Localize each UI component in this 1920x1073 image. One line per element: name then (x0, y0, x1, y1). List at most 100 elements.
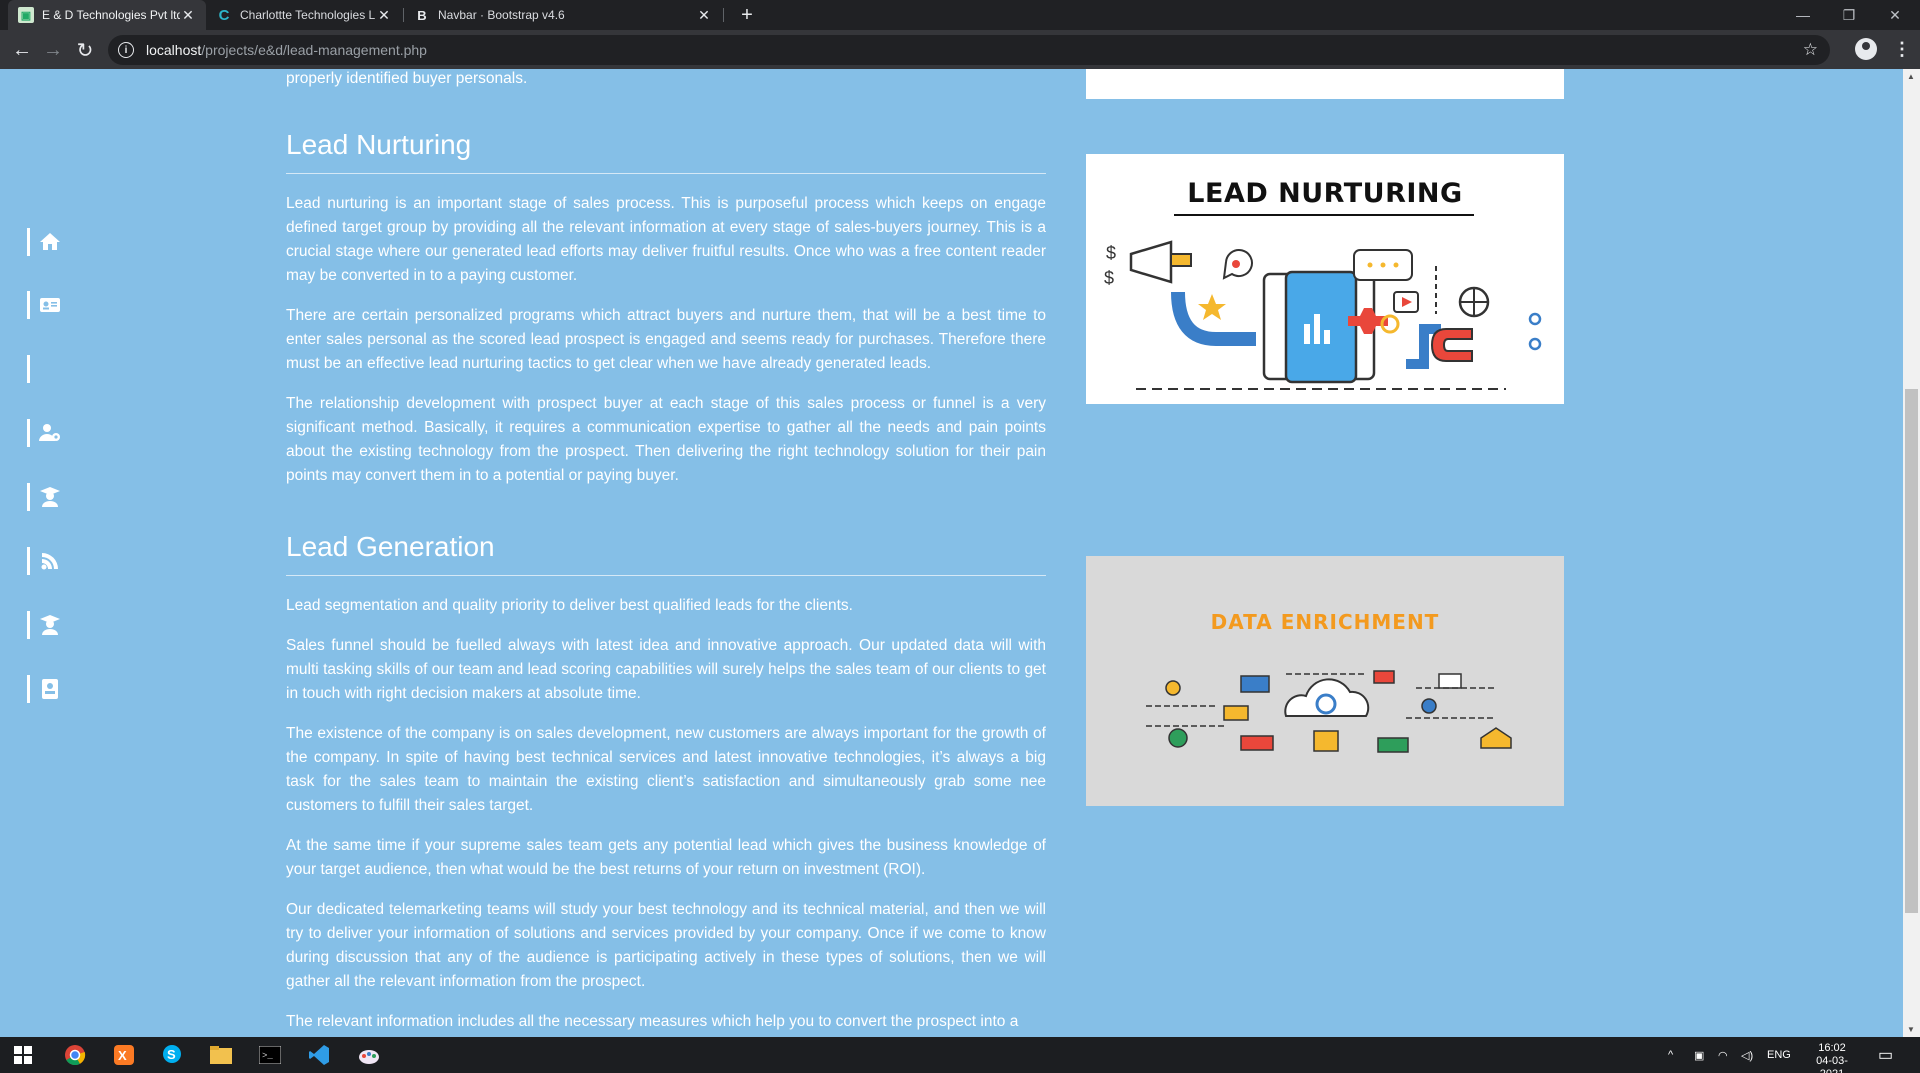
close-icon[interactable]: ✕ (696, 7, 712, 24)
terminal-icon[interactable]: >_ (257, 1042, 283, 1068)
svg-text:S: S (167, 1047, 176, 1062)
close-icon[interactable]: ✕ (180, 7, 196, 24)
svg-text:X: X (118, 1048, 127, 1063)
data-cloud-illustration-icon (1146, 670, 1512, 753)
sidenav-blog[interactable] (27, 545, 67, 577)
user-cog-icon (39, 424, 60, 441)
charlotte-favicon-icon: C (218, 6, 230, 24)
nav-indicator (27, 611, 30, 639)
reload-icon[interactable]: ↻ (71, 36, 99, 64)
system-clock[interactable]: 16:02 04-03-2021 (1808, 1042, 1856, 1073)
tray-chevron-icon[interactable]: ^ (1668, 1037, 1673, 1073)
nav-indicator (27, 419, 30, 447)
nav-indicator (27, 291, 30, 319)
sidenav-contact[interactable] (27, 673, 67, 705)
volume-icon[interactable]: ◁) (1741, 1037, 1753, 1073)
id-card-icon (40, 298, 60, 312)
section-paragraph: Our dedicated telemarketing teams will s… (286, 901, 1046, 990)
tray-device-icon[interactable]: ▣ (1694, 1037, 1704, 1073)
scrollbar-thumb[interactable] (1905, 389, 1918, 913)
url-host: localhost (146, 42, 202, 58)
windows-start-icon[interactable] (10, 1042, 36, 1068)
sidenav-training[interactable] (27, 481, 67, 513)
section-paragraph: There are certain personalized programs … (286, 307, 1046, 372)
xampp-icon[interactable]: X (111, 1042, 137, 1068)
graduate-icon (40, 615, 60, 635)
section-heading: Lead Generation (286, 531, 1046, 576)
tab-title: Charlottte Technologies LLC (240, 8, 376, 22)
page-viewport: properly identified buyer personals. Lea… (0, 69, 1903, 1037)
sidenav-about[interactable] (27, 289, 67, 321)
minimize-icon[interactable]: — (1780, 0, 1826, 30)
nav-indicator (27, 675, 30, 703)
paint-icon[interactable] (356, 1042, 382, 1068)
section-paragraph: At the same time if your supreme sales t… (286, 837, 1046, 878)
tab-title: E & D Technologies Pvt ltd (42, 8, 180, 22)
wifi-icon[interactable]: ◠ (1718, 1037, 1728, 1073)
section-paragraph: Lead nurturing is an important stage of … (286, 195, 1046, 284)
nav-indicator (27, 355, 30, 383)
svg-text:$: $ (1106, 243, 1116, 263)
data-enrichment-image: DATA ENRICHMENT (1086, 556, 1564, 806)
lead-nurturing-section: Lead Nurturing Lead nurturing is an impo… (286, 129, 1046, 504)
svg-text:>_: >_ (262, 1051, 273, 1061)
graduate-icon (40, 487, 60, 507)
vscode-icon[interactable] (306, 1042, 332, 1068)
forward-icon[interactable]: → (39, 36, 67, 64)
intro-text-block: properly identified buyer personals. (286, 69, 1046, 107)
windows-taskbar: X S >_ ^ ▣ ◠ ◁) ENG 16:02 04-03-2021 ▭ (0, 1037, 1920, 1073)
section-paragraph: The relationship development with prospe… (286, 395, 1046, 484)
browser-tab-strip: ▣ E & D Technologies Pvt ltd ✕ C Charlot… (0, 0, 1920, 30)
section-paragraph: The relevant information includes all th… (286, 1013, 1019, 1030)
section-paragraph: Lead segmentation and quality priority t… (286, 597, 853, 614)
clock-time: 16:02 (1818, 1042, 1846, 1054)
side-navigation (0, 69, 90, 1037)
home-icon (40, 233, 60, 250)
marketing-illustration-icon: $ $ (1104, 240, 1542, 390)
previous-section-image (1086, 69, 1564, 99)
bootstrap-favicon-icon: B (417, 7, 427, 23)
tab-separator (723, 8, 724, 22)
bookmark-star-icon[interactable]: ☆ (1803, 40, 1818, 60)
tab-charlottte-technologies[interactable]: C Charlottte Technologies LLC ✕ (206, 0, 402, 30)
scroll-up-icon[interactable]: ▲ (1907, 72, 1915, 81)
site-favicon-icon: ▣ (18, 7, 34, 23)
sidenav-blank[interactable] (27, 353, 67, 385)
book-icon (42, 679, 58, 699)
close-icon[interactable]: ✕ (376, 7, 392, 24)
back-icon[interactable]: ← (8, 36, 36, 64)
tab-navbar-bootstrap[interactable]: B Navbar · Bootstrap v4.6 ✕ (404, 0, 722, 30)
file-explorer-icon[interactable] (208, 1042, 234, 1068)
tab-ed-technologies[interactable]: ▣ E & D Technologies Pvt ltd ✕ (8, 0, 206, 30)
nav-indicator (27, 547, 30, 575)
sidenav-users[interactable] (27, 417, 67, 449)
scroll-down-icon[interactable]: ▼ (1907, 1025, 1915, 1034)
intro-tail-paragraph: properly identified buyer personals. (286, 70, 528, 87)
sidenav-home[interactable] (27, 226, 67, 258)
section-paragraph: Sales funnel should be fuelled always wi… (286, 637, 1046, 702)
restore-icon[interactable]: ❐ (1826, 0, 1872, 30)
tab-title: Navbar · Bootstrap v4.6 (438, 8, 565, 22)
nav-indicator (27, 228, 30, 256)
url-path: /projects/e&d/lead-management.php (201, 42, 427, 58)
svg-text:$: $ (1104, 268, 1114, 288)
notification-icon[interactable]: ▭ (1878, 1037, 1893, 1073)
chrome-icon[interactable] (62, 1042, 88, 1068)
nav-indicator (27, 483, 30, 511)
skype-icon[interactable]: S (160, 1042, 186, 1068)
browser-toolbar: ← → ↻ i localhost/projects/e&d/lead-mana… (0, 30, 1920, 69)
close-window-icon[interactable]: ✕ (1872, 0, 1918, 30)
browser-menu-icon[interactable]: ⋮ (1893, 36, 1911, 62)
section-paragraph: The existence of the company is on sales… (286, 725, 1046, 814)
site-info-icon[interactable]: i (118, 42, 134, 58)
section-heading: Lead Nurturing (286, 129, 1046, 174)
blog-icon (41, 553, 58, 570)
page-scrollbar[interactable]: ▲ ▼ (1903, 69, 1920, 1037)
language-indicator[interactable]: ENG (1767, 1037, 1791, 1073)
new-tab-button[interactable]: + (736, 4, 758, 26)
profile-avatar-icon[interactable] (1855, 38, 1877, 60)
lead-generation-section: Lead Generation Lead segmentation and qu… (286, 531, 1046, 1037)
lead-nurturing-image: LEAD NURTURING $ $ (1086, 154, 1564, 404)
sidenav-careers[interactable] (27, 609, 67, 641)
address-bar[interactable]: i localhost/projects/e&d/lead-management… (108, 35, 1830, 65)
